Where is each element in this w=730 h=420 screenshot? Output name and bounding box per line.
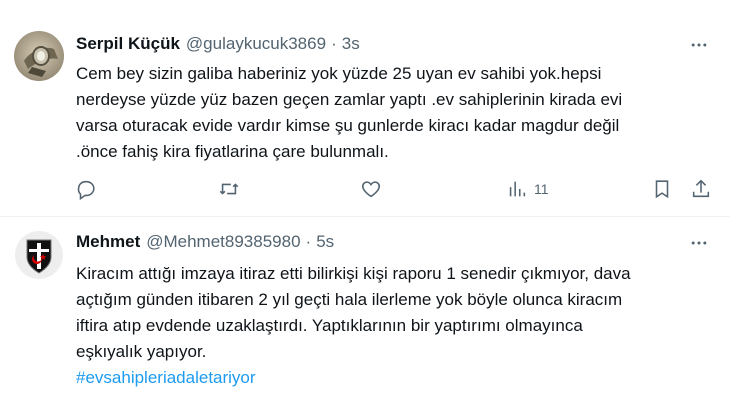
bookmark-icon <box>655 180 669 199</box>
tweet-text-line: varsa oturacak evide vardır kimse şu gun… <box>76 116 620 135</box>
share-button[interactable] <box>690 177 712 201</box>
avatar-image <box>14 230 64 280</box>
tweet[interactable]: Mehmet @Mehmet89385980 · 5s Kiracım attı… <box>0 217 730 420</box>
hashtag-link[interactable]: #evsahipleriadaletariyor <box>76 365 716 391</box>
tweet-text: Cem bey sizin galiba haberiniz yok yüzde… <box>76 61 716 165</box>
tweet-header: Mehmet @Mehmet89385980 · 5s <box>76 231 334 253</box>
share-icon <box>692 179 710 198</box>
avatar-image <box>14 31 64 81</box>
tweet-text-line: .önce fahiş kira fiyatlarina çare bulunm… <box>76 142 389 161</box>
like-button[interactable] <box>360 177 382 201</box>
more-icon[interactable] <box>688 232 710 254</box>
heart-icon <box>362 181 380 198</box>
user-handle[interactable]: @gulaykucuk3869 <box>186 34 326 54</box>
user-handle[interactable]: @Mehmet89385980 <box>146 232 300 252</box>
timestamp[interactable]: 5s <box>316 232 334 252</box>
tweet-text-line: Kiracım attığı imzaya itiraz etti bilirk… <box>76 264 631 283</box>
tweet-text-line: eşkıyalık yapıyor. <box>76 342 207 361</box>
tweet-text-line: Cem bey sizin galiba haberiniz yok yüzde… <box>76 64 602 83</box>
reply-icon <box>77 180 95 200</box>
display-name[interactable]: Mehmet <box>76 232 140 252</box>
avatar[interactable] <box>14 31 64 81</box>
tweet-header: Serpil Küçük @gulaykucuk3869 · 3s <box>76 33 360 55</box>
views-chart-icon <box>509 181 526 197</box>
tweet-text: Kiracım attığı imzaya itiraz etti bilirk… <box>76 261 716 391</box>
more-icon[interactable] <box>688 34 710 56</box>
timestamp[interactable]: 3s <box>342 34 360 54</box>
avatar[interactable] <box>14 230 64 280</box>
views-count: 11 <box>534 181 549 197</box>
tweet-text-line: iftira atıp evdende uzaklaştırdı. Yaptık… <box>76 316 583 335</box>
tweet[interactable]: Serpil Küçük @gulaykucuk3869 · 3s Cem be… <box>0 0 730 217</box>
retweet-button[interactable] <box>218 177 240 201</box>
tweet-actions: 11 <box>0 175 730 203</box>
retweet-icon <box>219 183 239 195</box>
views-button[interactable]: 11 <box>506 177 549 201</box>
display-name[interactable]: Serpil Küçük <box>76 34 180 54</box>
tweet-text-line: nerdeyse yüzde yüz bazen geçen zamlar ya… <box>76 90 623 109</box>
bookmark-button[interactable] <box>651 177 673 201</box>
separator-dot: · <box>331 34 337 53</box>
reply-button[interactable] <box>75 177 97 201</box>
tweet-text-line: açtığım günden itibaren 2 yıl geçti hala… <box>76 290 623 309</box>
separator-dot: · <box>305 232 312 251</box>
